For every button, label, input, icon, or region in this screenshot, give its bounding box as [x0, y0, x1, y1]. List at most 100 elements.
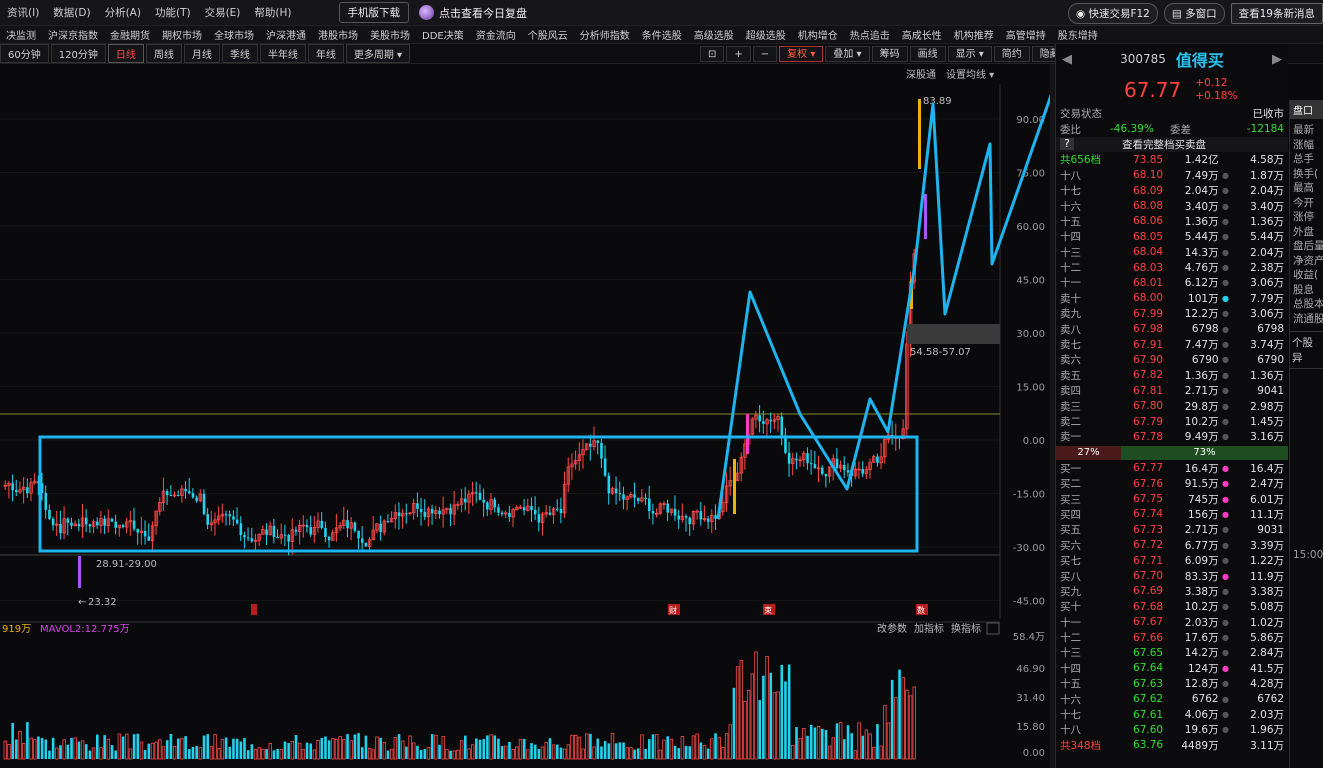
menu-item[interactable]: 功能(T): [148, 5, 198, 20]
bid-row: 买三 67.75 745万 ● 6.01万: [1056, 491, 1288, 506]
period-tab[interactable]: 半年线: [259, 44, 306, 63]
level-orders: 5.86万: [1250, 632, 1285, 645]
kline-chart[interactable]: 深股通 设置均线 ▾ 90.00 75.00 60.00 45.00 30.00 15.00 0…: [0, 64, 1050, 768]
volume-bar: [287, 743, 290, 759]
period-tab[interactable]: 周线: [145, 44, 182, 63]
stock-anomaly-tab[interactable]: 个股异: [1290, 331, 1323, 369]
chart-tool-button[interactable]: ⊡: [700, 46, 725, 62]
chart-tool-button[interactable]: 筹码: [871, 46, 908, 62]
side-field-label: 涨停: [1293, 211, 1314, 223]
chart-tool-button[interactable]: 画线: [909, 46, 946, 62]
candle-body: [559, 508, 563, 514]
chart-tool-button[interactable]: 叠加 ▾: [825, 46, 870, 62]
menu-item[interactable]: 交易(E): [198, 5, 248, 20]
full-book-link[interactable]: 查看完整档买卖盘: [1122, 137, 1206, 152]
period-tab[interactable]: 季线: [221, 44, 258, 63]
nav-item[interactable]: 热点追击: [844, 27, 896, 42]
level-marker-icon: ●: [1222, 633, 1230, 643]
volume-bar: [633, 749, 636, 759]
level-marker-icon: ●: [1222, 232, 1230, 242]
ask-row: 卖六 67.90 6790 ● 6790: [1056, 352, 1288, 367]
period-tab[interactable]: 月线: [183, 44, 220, 63]
mobile-download-button[interactable]: 手机版下载: [338, 2, 409, 23]
nav-item[interactable]: 分析师指数: [574, 27, 636, 42]
nav-item[interactable]: 高级选股: [688, 27, 740, 42]
help-icon[interactable]: ?: [1060, 138, 1074, 151]
news-button[interactable]: 查看19条新消息: [1230, 2, 1323, 24]
volume-bar: [559, 747, 563, 759]
chart-tool-button[interactable]: +: [726, 46, 751, 62]
ask-row: 十一 68.01 6.12万 ● 3.06万: [1056, 275, 1288, 290]
nav-item[interactable]: 高成长性: [896, 27, 948, 42]
level-marker-icon: ●: [1222, 170, 1230, 180]
candle-body: [600, 442, 603, 459]
chart-tool-button[interactable]: −: [752, 46, 778, 62]
period-tab[interactable]: 60分钟: [0, 44, 49, 63]
nav-item[interactable]: 股东增持: [1052, 27, 1104, 42]
nav-item[interactable]: 资金流向: [470, 27, 522, 42]
nav-item[interactable]: 沪深港通: [260, 27, 312, 42]
volume-bar: [243, 738, 246, 759]
menu-item[interactable]: 资讯(I): [0, 5, 46, 20]
nav-item[interactable]: 期权市场: [156, 27, 208, 42]
volume-bar: [886, 722, 891, 760]
candle-body: [861, 469, 865, 474]
menu-item[interactable]: 帮助(H): [247, 5, 298, 20]
volume-bar: [88, 750, 92, 759]
menu-item[interactable]: 分析(A): [98, 5, 148, 20]
nav-item[interactable]: 决监测: [0, 27, 42, 42]
period-tab[interactable]: 120分钟: [50, 44, 106, 63]
level-volume: 1.36万: [1184, 369, 1219, 382]
nav-item[interactable]: 美股市场: [364, 27, 416, 42]
total-buy-row: 共348档 63.76 4489万 3.11万: [1056, 738, 1288, 753]
level-orders: 7.79万: [1250, 292, 1285, 305]
volume-bar: [62, 739, 66, 760]
volume-bar: [776, 691, 780, 760]
prev-stock-icon[interactable]: ◀: [1062, 52, 1072, 67]
nav-item[interactable]: 个股风云: [522, 27, 574, 42]
level-orders: 6.01万: [1250, 493, 1285, 506]
quick-trade-button[interactable]: ◉ 快速交易F12: [1067, 2, 1158, 24]
volume-bar: [77, 741, 81, 759]
bid-row: 买九 67.69 3.38万 ● 3.38万: [1056, 584, 1288, 599]
level-label: 买九: [1060, 585, 1081, 598]
tab-pankou[interactable]: 盘口: [1290, 100, 1323, 119]
nav-item[interactable]: 机构推荐: [948, 27, 1000, 42]
nav-item[interactable]: 全球市场: [208, 27, 260, 42]
nav-item[interactable]: 金融期货: [104, 27, 156, 42]
level-price: 68.10: [1133, 169, 1164, 182]
chart-tool-button[interactable]: 显示 ▾: [947, 46, 992, 62]
level-label: 买十: [1060, 601, 1081, 614]
level-label: 买一: [1060, 462, 1081, 475]
volume-bar: [206, 734, 209, 759]
multi-window-button[interactable]: ▤ 多窗口: [1163, 2, 1225, 24]
chart-tool-button[interactable]: 复权 ▾: [779, 46, 824, 62]
period-tab[interactable]: 更多周期 ▾: [345, 44, 411, 63]
daily-review-link[interactable]: 点击查看今日复盘: [419, 5, 527, 21]
volume-bar: [73, 737, 77, 760]
nav-item[interactable]: 高管增持: [1000, 27, 1052, 42]
volume-bar: [198, 747, 203, 760]
candle-body: [44, 492, 48, 510]
candle-body: [603, 458, 607, 476]
candle-body: [648, 498, 651, 512]
nav-item[interactable]: 条件选股: [636, 27, 688, 42]
nav-item[interactable]: 超级选股: [740, 27, 792, 42]
arrow-icon: ←: [78, 597, 86, 608]
period-tab[interactable]: 年线: [307, 44, 344, 63]
full-book-row[interactable]: ? 查看完整档买卖盘: [1056, 136, 1288, 153]
nav-item[interactable]: 港股市场: [312, 27, 364, 42]
period-tab[interactable]: 日线: [107, 44, 144, 63]
level-price: 67.76: [1133, 477, 1164, 490]
candle-body: [386, 521, 390, 523]
level-price: 67.69: [1133, 585, 1164, 598]
candle-body: [202, 493, 206, 515]
nav-item[interactable]: DDE决策: [416, 27, 470, 42]
nav-item[interactable]: 机构增仓: [792, 27, 844, 42]
nav-item[interactable]: 沪深京指数: [42, 27, 104, 42]
chart-tool-button[interactable]: 简约: [993, 46, 1030, 62]
menu-item[interactable]: 数据(D): [46, 5, 97, 20]
level-marker-icon: ●: [1222, 201, 1230, 211]
level-marker-icon: ●: [1222, 694, 1230, 704]
next-stock-icon[interactable]: ▶: [1272, 52, 1282, 67]
